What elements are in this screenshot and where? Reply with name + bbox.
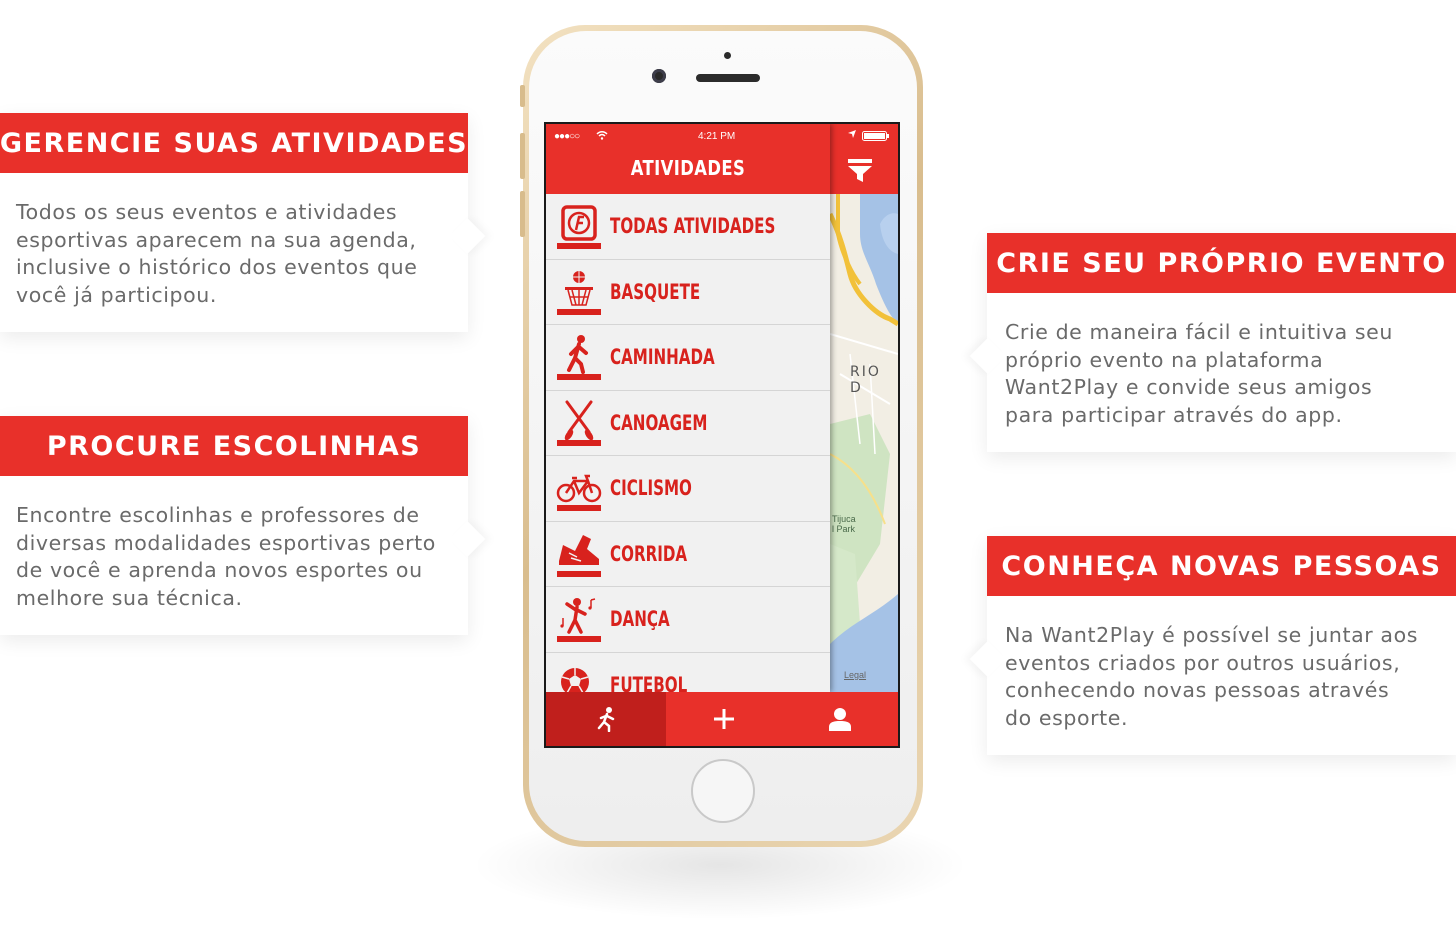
menu-item-canoagem[interactable]: CANOAGEM [546,391,830,456]
menu-item-danca[interactable]: DANÇA [546,587,830,653]
menu-item-label: CANOAGEM [610,410,708,435]
card-title: GERENCIE SUAS ATIVIDADES [0,113,468,173]
running-shoe-icon [557,534,601,577]
card-line: de você e aprenda novos esportes ou [16,558,423,582]
map-legal-link[interactable]: Legal [844,670,866,680]
app-screen: RIO D Tijuca l Park Legal ●●●○○ 4:21 PM … [546,124,898,746]
walking-icon [557,335,601,380]
card-line: Na Want2Play é possível se juntar aos [1005,623,1418,647]
volume-down-button [520,191,525,237]
card-description: Encontre escolinhas e professores de div… [0,476,468,612]
dance-icon [557,598,601,642]
tab-bar [546,692,898,746]
card-line: Crie de maneira fácil e intuitiva seu [1005,320,1393,344]
tab-profile[interactable] [782,692,898,746]
menu-item-basquete[interactable]: BASQUETE [546,260,830,325]
battery-icon [862,131,889,141]
tab-activities[interactable] [546,692,666,746]
feature-card-procure: PROCURE ESCOLINHAS Encontre escolinhas e… [0,416,486,635]
card-line: próprio evento na plataforma [1005,347,1324,372]
menu-title: ATIVIDADES [630,156,746,180]
phone-screen: RIO D Tijuca l Park Legal ●●●○○ 4:21 PM … [544,122,900,748]
filter-icon[interactable] [848,159,872,183]
card-description: Na Want2Play é possível se juntar aos ev… [987,596,1456,732]
all-activities-icon [557,205,601,249]
activities-menu: ●●●○○ 4:21 PM ATIVIDADES TODAS ATIVIDADE… [546,124,830,718]
menu-item-todas-atividades[interactable]: TODAS ATIVIDADES [546,194,830,260]
map-city-label: RIO D [850,364,881,396]
menu-item-caminhada[interactable]: CAMINHADA [546,325,830,391]
tab-add-event[interactable] [666,692,782,746]
card-title: PROCURE ESCOLINHAS [0,416,468,476]
wifi-icon [596,131,608,140]
mute-switch [520,85,525,107]
add-event-icon [714,709,734,729]
card-line: melhore sua técnica. [16,585,243,610]
card-title: CRIE SEU PRÓPRIO EVENTO [987,233,1456,293]
menu-item-ciclismo[interactable]: CICLISMO [546,456,830,522]
signal-strength: ●●●○○ [554,131,580,142]
bicycle-icon [556,474,602,511]
card-line: inclusive o histórico dos eventos que [16,255,418,279]
canoe-paddles-icon [557,400,601,446]
earpiece-speaker [696,74,760,82]
card-line: diversas modalidades esportivas perto [16,530,436,555]
card-line: esportivas aparecem na sua agenda, [16,227,417,252]
proximity-sensor [724,52,731,59]
menu-item-label: CORRIDA [610,541,688,566]
menu-header: ●●●○○ 4:21 PM ATIVIDADES [546,124,830,194]
map-park-label-line: Tijuca [832,514,856,524]
card-line: Encontre escolinhas e professores de [16,503,420,527]
menu-item-label: CICLISMO [610,476,692,500]
menu-item-label: TODAS ATIVIDADES [610,214,776,238]
card-line: do esporte. [1005,705,1129,730]
card-description: Crie de maneira fácil e intuitiva seu pr… [987,293,1456,429]
map-header [830,124,898,194]
location-arrow-icon [848,130,856,138]
card-line: conhecendo novas pessoas através [1005,678,1390,702]
activities-tab-icon [597,707,615,732]
profile-icon [829,708,851,731]
feature-card-gerencie: GERENCIE SUAS ATIVIDADES Todos os seus e… [0,113,486,332]
menu-item-corrida[interactable]: CORRIDA [546,522,830,587]
card-title: CONHEÇA NOVAS PESSOAS [987,536,1456,596]
feature-card-conheca: CONHEÇA NOVAS PESSOAS Na Want2Play é pos… [969,536,1456,755]
home-button[interactable] [691,759,755,823]
card-line: eventos criados por outros usuários, [1005,650,1401,675]
map-canvas [830,124,898,692]
status-time: 4:21 PM [698,131,736,142]
menu-item-label: CAMINHADA [610,345,715,369]
volume-up-button [520,133,525,179]
card-line: você já participou. [16,282,218,307]
front-camera [652,69,666,83]
map-park-label-line: l Park [832,524,856,534]
menu-item-label: BASQUETE [610,279,701,304]
card-line: para participar através do app. [1005,402,1343,427]
menu-item-label: DANÇA [610,607,670,631]
card-description: Todos os seus eventos e atividades espor… [0,173,468,309]
map-park-label: Tijuca l Park [832,514,856,534]
card-line: Want2Play e convide seus amigos [1005,375,1373,399]
activities-list: TODAS ATIVIDADES BASQUETE CAMINHADA CANO… [546,194,830,718]
card-line: Todos os seus eventos e atividades [16,200,398,224]
basketball-icon [557,270,601,315]
feature-card-crie: CRIE SEU PRÓPRIO EVENTO Crie de maneira … [969,233,1456,452]
